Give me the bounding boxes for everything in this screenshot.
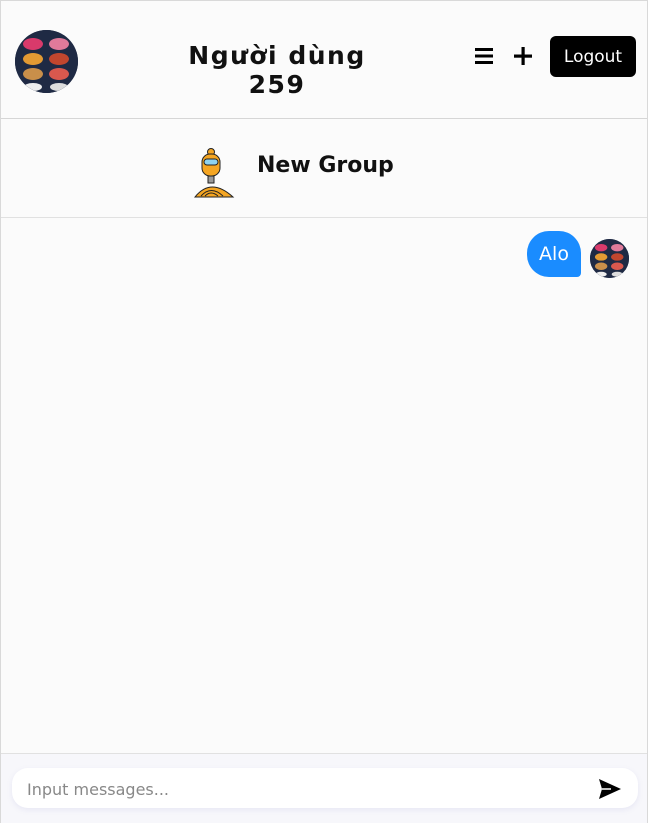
- page-title: Người dùng 259: [188, 41, 366, 99]
- group-header: New Group: [1, 119, 647, 218]
- robot-avatar-icon: [191, 145, 237, 199]
- avatar-image: [15, 30, 78, 93]
- group-name: New Group: [257, 153, 394, 178]
- sender-avatar: [590, 239, 629, 278]
- message-list: Alo: [1, 218, 647, 753]
- message-bubble: Alo: [527, 231, 581, 277]
- send-icon[interactable]: [598, 778, 622, 800]
- composer: [1, 753, 647, 823]
- chat-header: Người dùng 259 Logout: [1, 1, 647, 119]
- hamburger-menu-icon[interactable]: [473, 46, 495, 66]
- message-input-container: [12, 768, 638, 810]
- message-input[interactable]: [25, 768, 589, 810]
- logout-button[interactable]: Logout: [550, 36, 636, 77]
- user-avatar[interactable]: [15, 30, 78, 93]
- plus-icon[interactable]: [512, 45, 534, 67]
- chat-window: Người dùng 259 Logout New Group Alo Inpu…: [0, 0, 648, 823]
